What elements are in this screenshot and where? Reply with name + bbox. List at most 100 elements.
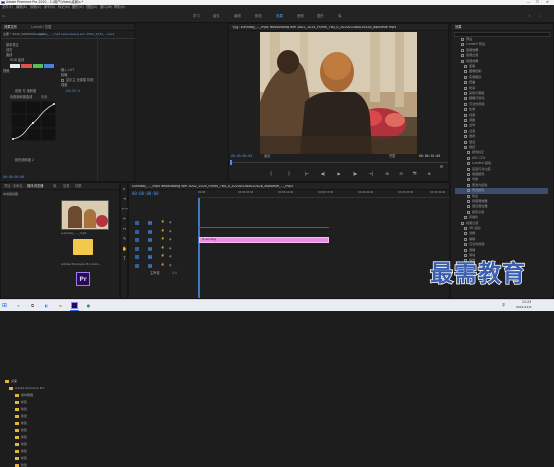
- tab-effect-controls[interactable]: 效果控件: [4, 25, 17, 29]
- folder-label[interactable]: 新建: [21, 436, 27, 439]
- folder-icon[interactable]: [15, 436, 19, 439]
- workspace-color[interactable]: 颜色: [255, 14, 262, 18]
- folder-label[interactable]: 新建: [21, 450, 27, 453]
- program-timecode-left[interactable]: 00:00:00:00: [231, 154, 252, 158]
- play-button[interactable]: ▶: [336, 172, 342, 176]
- file-explorer-icon[interactable]: ▬: [58, 303, 63, 308]
- time-ruler[interactable]: 00:00 00:00:05:00 00:00:10:00 00:00:15:0…: [198, 191, 450, 198]
- timeline-playhead[interactable]: [198, 198, 200, 298]
- folder-icon[interactable]: [15, 415, 19, 418]
- track-name[interactable]: A3: [148, 263, 152, 268]
- track-target-toggle[interactable]: [135, 229, 139, 234]
- quality-select[interactable]: 完整: [389, 154, 395, 158]
- folder-label[interactable]: Adobe Premiere Pro: [15, 387, 45, 390]
- track-header[interactable]: V3 🔒 ◉: [129, 220, 197, 226]
- folder-label[interactable]: 新建: [21, 401, 27, 404]
- track-header[interactable]: A2 🔒 ◉: [129, 254, 197, 260]
- workspace-audio[interactable]: 音频: [297, 14, 304, 18]
- drive-root[interactable]: 本地驱动器: [3, 193, 18, 196]
- menu-sequence[interactable]: 序列(S): [44, 5, 55, 9]
- folder-label[interactable]: 新建: [21, 443, 27, 446]
- track-target-toggle[interactable]: [135, 246, 139, 251]
- premiere-file-icon[interactable]: Pr: [76, 272, 90, 286]
- workspace-graphics[interactable]: 图形: [317, 14, 324, 18]
- lock-icon[interactable]: 🔒: [161, 220, 164, 224]
- eye-icon[interactable]: ◉: [169, 229, 172, 233]
- mute-icon[interactable]: ◉: [169, 246, 172, 250]
- workspace-effects[interactable]: 效果: [276, 14, 283, 18]
- eye-icon[interactable]: ◉: [169, 238, 172, 241]
- fit-select[interactable]: 适合: [264, 154, 270, 158]
- section-rgb-curves[interactable]: RGB 曲线: [10, 58, 24, 62]
- hue-select[interactable]: 色相: [41, 95, 47, 99]
- keyframe-area[interactable]: [97, 33, 135, 181]
- tab-libraries[interactable]: 库: [53, 184, 56, 188]
- eye-icon[interactable]: ◉: [169, 221, 172, 224]
- folder-label[interactable]: 新建: [21, 457, 27, 460]
- step-back-button[interactable]: ◀|: [320, 172, 326, 176]
- workspace-assembly[interactable]: 组件: [213, 14, 220, 18]
- menu-view[interactable]: 视图(V): [86, 5, 97, 9]
- tab-project[interactable]: 项目: 未命名: [4, 184, 23, 188]
- tab-effects[interactable]: 效果: [455, 25, 462, 29]
- track-name[interactable]: A1: [148, 246, 152, 251]
- selection-tool-icon[interactable]: ▸: [122, 186, 127, 191]
- section-creative[interactable]: 创意: [6, 48, 12, 52]
- folder-icon[interactable]: [15, 408, 19, 411]
- step-forward-button[interactable]: |▶: [352, 172, 358, 176]
- track-header[interactable]: A1 🔒 ◉: [129, 246, 197, 252]
- edge-icon[interactable]: ◐: [44, 303, 49, 308]
- pen-tool-icon[interactable]: ✎: [122, 236, 127, 241]
- slip-tool-icon[interactable]: ↔: [122, 226, 127, 231]
- windows-start-icon[interactable]: ⊞: [2, 303, 7, 309]
- playhead-marker[interactable]: [230, 160, 232, 165]
- search-icon[interactable]: ⌕: [537, 14, 542, 19]
- folder-label[interactable]: 新建: [21, 408, 27, 411]
- tab-info[interactable]: 信息: [63, 184, 70, 188]
- folder-label[interactable]: 新建: [21, 429, 27, 432]
- mute-icon[interactable]: ◉: [169, 255, 172, 258]
- track-name[interactable]: V1: [148, 238, 152, 242]
- folder-icon[interactable]: [15, 394, 19, 397]
- effect-controls-timecode[interactable]: 00:00:00:00: [3, 175, 24, 179]
- task-view-icon[interactable]: ⧉: [30, 303, 35, 308]
- folder-label[interactable]: 新建: [21, 422, 27, 425]
- type-tool-icon[interactable]: T: [122, 256, 127, 261]
- folder-icon[interactable]: [15, 422, 19, 425]
- menu-clip[interactable]: 剪辑(C): [30, 5, 41, 9]
- track-target-toggle[interactable]: [135, 255, 139, 259]
- premiere-taskbar-icon[interactable]: [71, 302, 78, 309]
- folder-icon[interactable]: [15, 401, 19, 404]
- menu-file[interactable]: 文件(F): [2, 5, 13, 9]
- wechat-icon[interactable]: ●: [86, 303, 91, 308]
- track-name[interactable]: V3: [148, 221, 152, 225]
- curve-graph[interactable]: [11, 101, 56, 141]
- folder-icon[interactable]: [9, 387, 13, 390]
- menu-window[interactable]: 窗口(W): [100, 5, 112, 9]
- track-select-icon[interactable]: ⇥: [122, 196, 127, 201]
- home-icon[interactable]: ⌂: [1, 14, 6, 19]
- tab-program[interactable]: 节目: sunnday_..._mp4 lessouwang wm 2002_2…: [232, 26, 442, 29]
- lock-icon[interactable]: 🔒: [161, 263, 164, 267]
- lift-button[interactable]: ⊞: [384, 172, 390, 176]
- lock-icon[interactable]: 🔒: [161, 254, 164, 258]
- clock-date[interactable]: 2021/11/9: [516, 306, 531, 309]
- track-name[interactable]: V2: [148, 229, 152, 234]
- folder-label[interactable]: 新建: [21, 415, 27, 418]
- menu-marker[interactable]: 标记(M): [58, 5, 70, 9]
- folder-thumbnail-icon[interactable]: [73, 239, 93, 255]
- clip-thumbnail[interactable]: [61, 200, 109, 230]
- work-area-bar[interactable]: [198, 227, 329, 228]
- folder-icon[interactable]: [15, 443, 19, 446]
- workspace-editing[interactable]: 编辑: [234, 14, 241, 18]
- extract-button[interactable]: ⊟: [398, 172, 404, 176]
- tab-sequence[interactable]: sunnday_..._mp4 lessouwang wm 2002_2024_…: [132, 185, 432, 188]
- timeline-timecode[interactable]: 00:00:00:00: [132, 192, 159, 196]
- show-checkbox[interactable]: [61, 79, 64, 82]
- share-icon[interactable]: ⇪: [527, 14, 532, 19]
- export-frame-button[interactable]: 📷: [412, 171, 418, 176]
- hand-tool-icon[interactable]: ✋: [122, 246, 127, 251]
- workspace-learn[interactable]: 学习: [193, 14, 200, 18]
- menu-graphics[interactable]: 图形(G): [72, 5, 84, 9]
- mute-icon[interactable]: ◉: [169, 263, 172, 267]
